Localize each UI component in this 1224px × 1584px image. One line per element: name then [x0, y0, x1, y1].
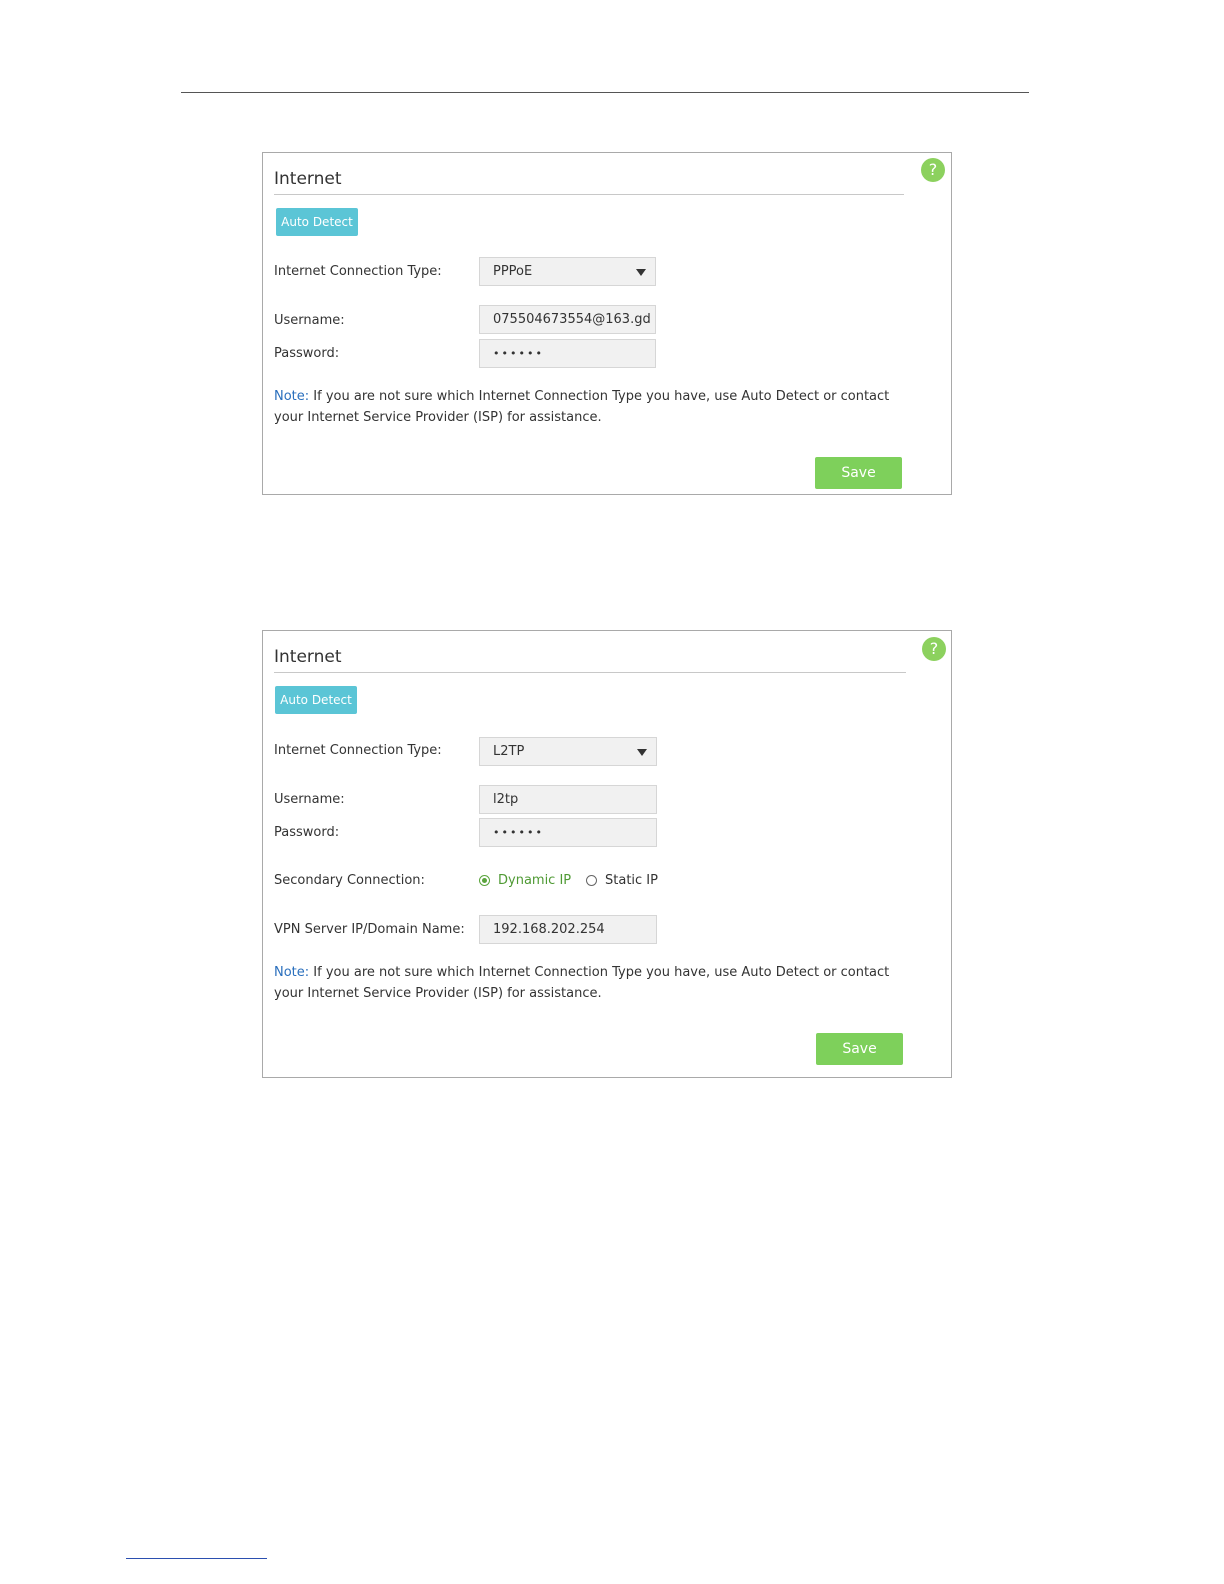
radio-label: Static IP: [605, 873, 658, 888]
connection-type-select[interactable]: PPPoE: [479, 257, 656, 286]
chevron-down-icon: [636, 269, 646, 276]
note-text-block: Note: If you are not sure which Internet…: [274, 386, 914, 428]
panel-title: Internet: [274, 169, 342, 189]
help-icon[interactable]: ?: [922, 637, 946, 661]
footnote-rule: [126, 1558, 267, 1559]
connection-type-select[interactable]: L2TP: [479, 737, 657, 766]
password-input[interactable]: ••••••: [479, 339, 656, 368]
connection-type-value: L2TP: [493, 744, 525, 759]
username-label: Username:: [274, 313, 345, 328]
auto-detect-button[interactable]: Auto Detect: [276, 208, 358, 236]
password-label: Password:: [274, 825, 340, 840]
username-label: Username:: [274, 792, 345, 807]
password-input[interactable]: ••••••: [479, 818, 657, 847]
help-icon[interactable]: ?: [921, 158, 945, 182]
secondary-connection-label: Secondary Connection:: [274, 873, 425, 888]
radio-unselected-icon: [586, 875, 597, 886]
connection-type-label: Internet Connection Type:: [274, 743, 442, 758]
auto-detect-button[interactable]: Auto Detect: [275, 686, 357, 714]
title-divider: [274, 194, 904, 195]
panel-title: Internet: [274, 647, 342, 667]
internet-panel-l2tp: Internet ? Auto Detect Internet Connecti…: [262, 630, 952, 1078]
internet-panel-pppoe: Internet ? Auto Detect Internet Connecti…: [262, 152, 952, 495]
vpn-server-label: VPN Server IP/Domain Name:: [274, 922, 465, 937]
radio-selected-icon: [479, 875, 490, 886]
username-input[interactable]: 075504673554@163.gd: [479, 305, 656, 334]
radio-label: Dynamic IP: [498, 873, 572, 888]
page-header-rule: [181, 92, 1029, 93]
note-label: Note:: [274, 965, 310, 980]
save-button[interactable]: Save: [816, 1033, 903, 1065]
password-label: Password:: [274, 346, 340, 361]
save-button[interactable]: Save: [815, 457, 902, 489]
connection-type-label: Internet Connection Type:: [274, 264, 442, 279]
chevron-down-icon: [637, 749, 647, 756]
note-text-block: Note: If you are not sure which Internet…: [274, 962, 914, 1004]
username-input[interactable]: l2tp: [479, 785, 657, 814]
note-text: If you are not sure which Internet Conne…: [274, 389, 890, 425]
vpn-server-input[interactable]: 192.168.202.254: [479, 915, 657, 944]
connection-type-value: PPPoE: [493, 264, 533, 279]
note-label: Note:: [274, 389, 310, 404]
note-text: If you are not sure which Internet Conne…: [274, 965, 890, 1001]
title-divider: [274, 672, 906, 673]
